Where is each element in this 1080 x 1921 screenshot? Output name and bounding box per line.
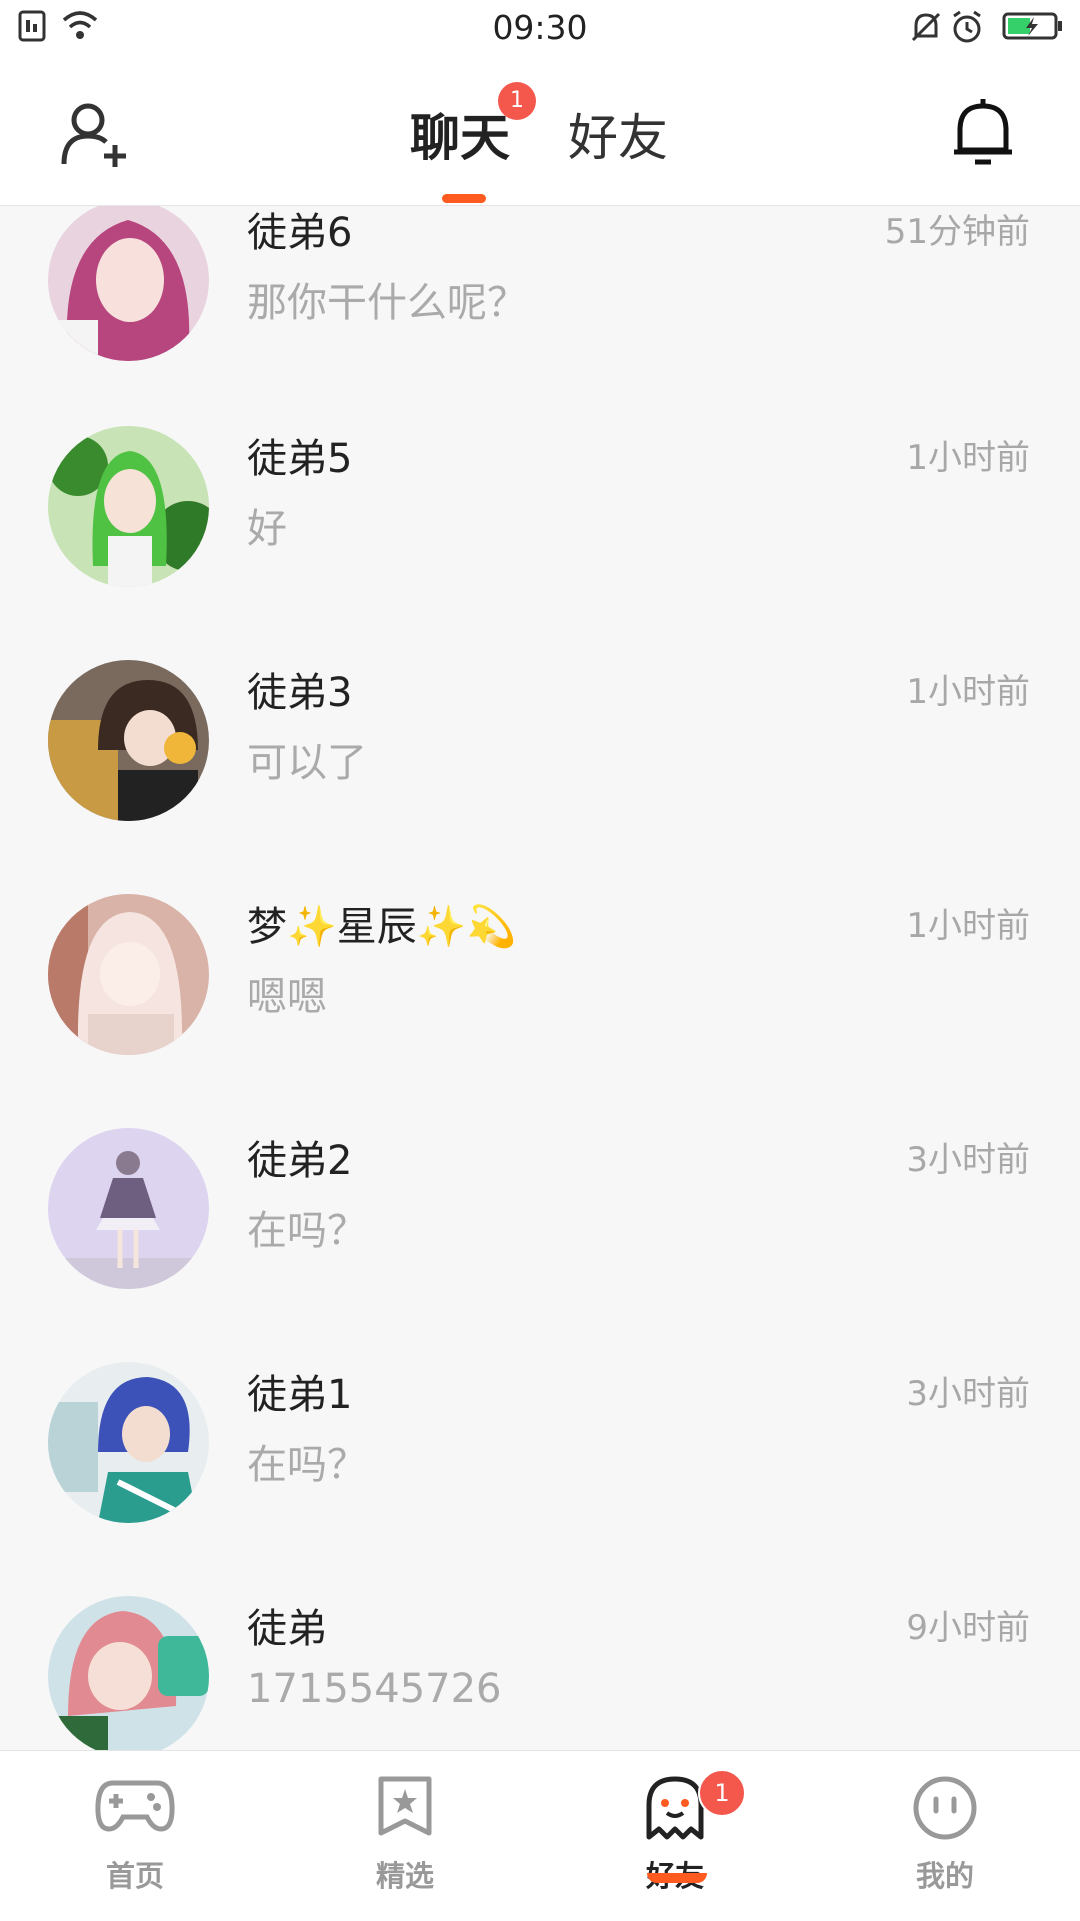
tab-chat-badge: 1 [498,82,536,120]
chat-preview: 好 [247,506,287,552]
chat-time: 9小时前 [906,1608,1030,1648]
chat-name: 徒弟6 [247,210,353,256]
chat-preview: 在吗？ [247,1208,367,1254]
alarm-icon [953,10,981,43]
chat-time: 1小时前 [906,906,1030,946]
chat-name: 徒弟5 [247,436,353,482]
chat-preview: 可以了 [247,740,367,786]
chat-row[interactable]: 徒弟 9小时前 1715545726 [0,1596,1080,1750]
active-nav-indicator [647,1873,707,1883]
pink-hair-kid-avatar[interactable] [48,1596,209,1750]
nav-label: 我的 [915,1859,974,1893]
elf-girl-avatar[interactable] [48,894,209,1055]
maid-girl-avatar[interactable] [48,1128,209,1289]
ghost-icon [646,1776,704,1840]
chat-preview: 1715545726 [247,1666,502,1712]
chat-time: 1小时前 [906,672,1030,712]
top-header: 聊天 1 好友 [0,60,1080,206]
chat-time: 1小时前 [906,438,1030,478]
tab-chat[interactable]: 聊天 [410,98,510,170]
chat-preview: 那你干什么呢？ [247,280,527,326]
nav-friends-badge: 1 [698,1769,746,1817]
chat-row[interactable]: 徒弟3 1小时前 可以了 [0,660,1080,894]
notification-bell-icon[interactable] [950,96,1016,168]
chat-row[interactable]: 徒弟6 51分钟前 那你干什么呢？ [0,206,1080,434]
chat-name: 徒弟2 [247,1138,353,1184]
nav-home[interactable]: 首页 [0,1751,270,1921]
status-bar: 09:30 [0,0,1080,60]
face-icon [913,1776,977,1840]
chat-name: 徒弟3 [247,670,353,716]
chat-row[interactable]: 梦✨星辰✨💫 1小时前 嗯嗯 [0,894,1080,1128]
gamepad-icon [95,1780,175,1832]
chat-list[interactable]: 徒弟6 51分钟前 那你干什么呢？ 徒弟5 1小时前 好 徒弟3 1小时前 可以… [0,206,1080,1750]
chat-name: 徒弟1 [247,1372,353,1418]
green-hair-girl-avatar[interactable] [48,426,209,587]
chat-name: 徒弟 [247,1606,327,1652]
blue-hair-boy-avatar[interactable] [48,1362,209,1523]
star-bookmark-icon [378,1776,432,1836]
nav-label: 精选 [375,1859,434,1893]
battery-icon [1002,12,1062,40]
chat-time: 3小时前 [906,1140,1030,1180]
bottom-nav: 首页 精选 1 好友 我的 [0,1750,1080,1921]
nav-featured[interactable]: 精选 [270,1751,540,1921]
brown-hair-boy-avatar[interactable] [48,660,209,821]
tab-friends[interactable]: 好友 [568,98,668,170]
chat-time: 51分钟前 [884,212,1030,252]
nav-label: 首页 [105,1859,164,1893]
add-friend-icon[interactable] [60,100,130,170]
chat-preview: 在吗？ [247,1442,367,1488]
chat-row[interactable]: 徒弟5 1小时前 好 [0,426,1080,660]
chat-row[interactable]: 徒弟2 3小时前 在吗？ [0,1128,1080,1362]
chat-name: 梦✨星辰✨💫 [247,904,517,950]
chat-preview: 嗯嗯 [247,974,327,1020]
nav-me[interactable]: 我的 [810,1751,1080,1921]
chat-row[interactable]: 徒弟1 3小时前 在吗？ [0,1362,1080,1596]
mute-bell-icon [911,12,941,42]
active-tab-indicator [442,194,486,203]
chat-time: 3小时前 [906,1374,1030,1414]
pink-hair-girl-avatar[interactable] [48,206,209,361]
nav-friends[interactable]: 1 好友 [540,1751,810,1921]
